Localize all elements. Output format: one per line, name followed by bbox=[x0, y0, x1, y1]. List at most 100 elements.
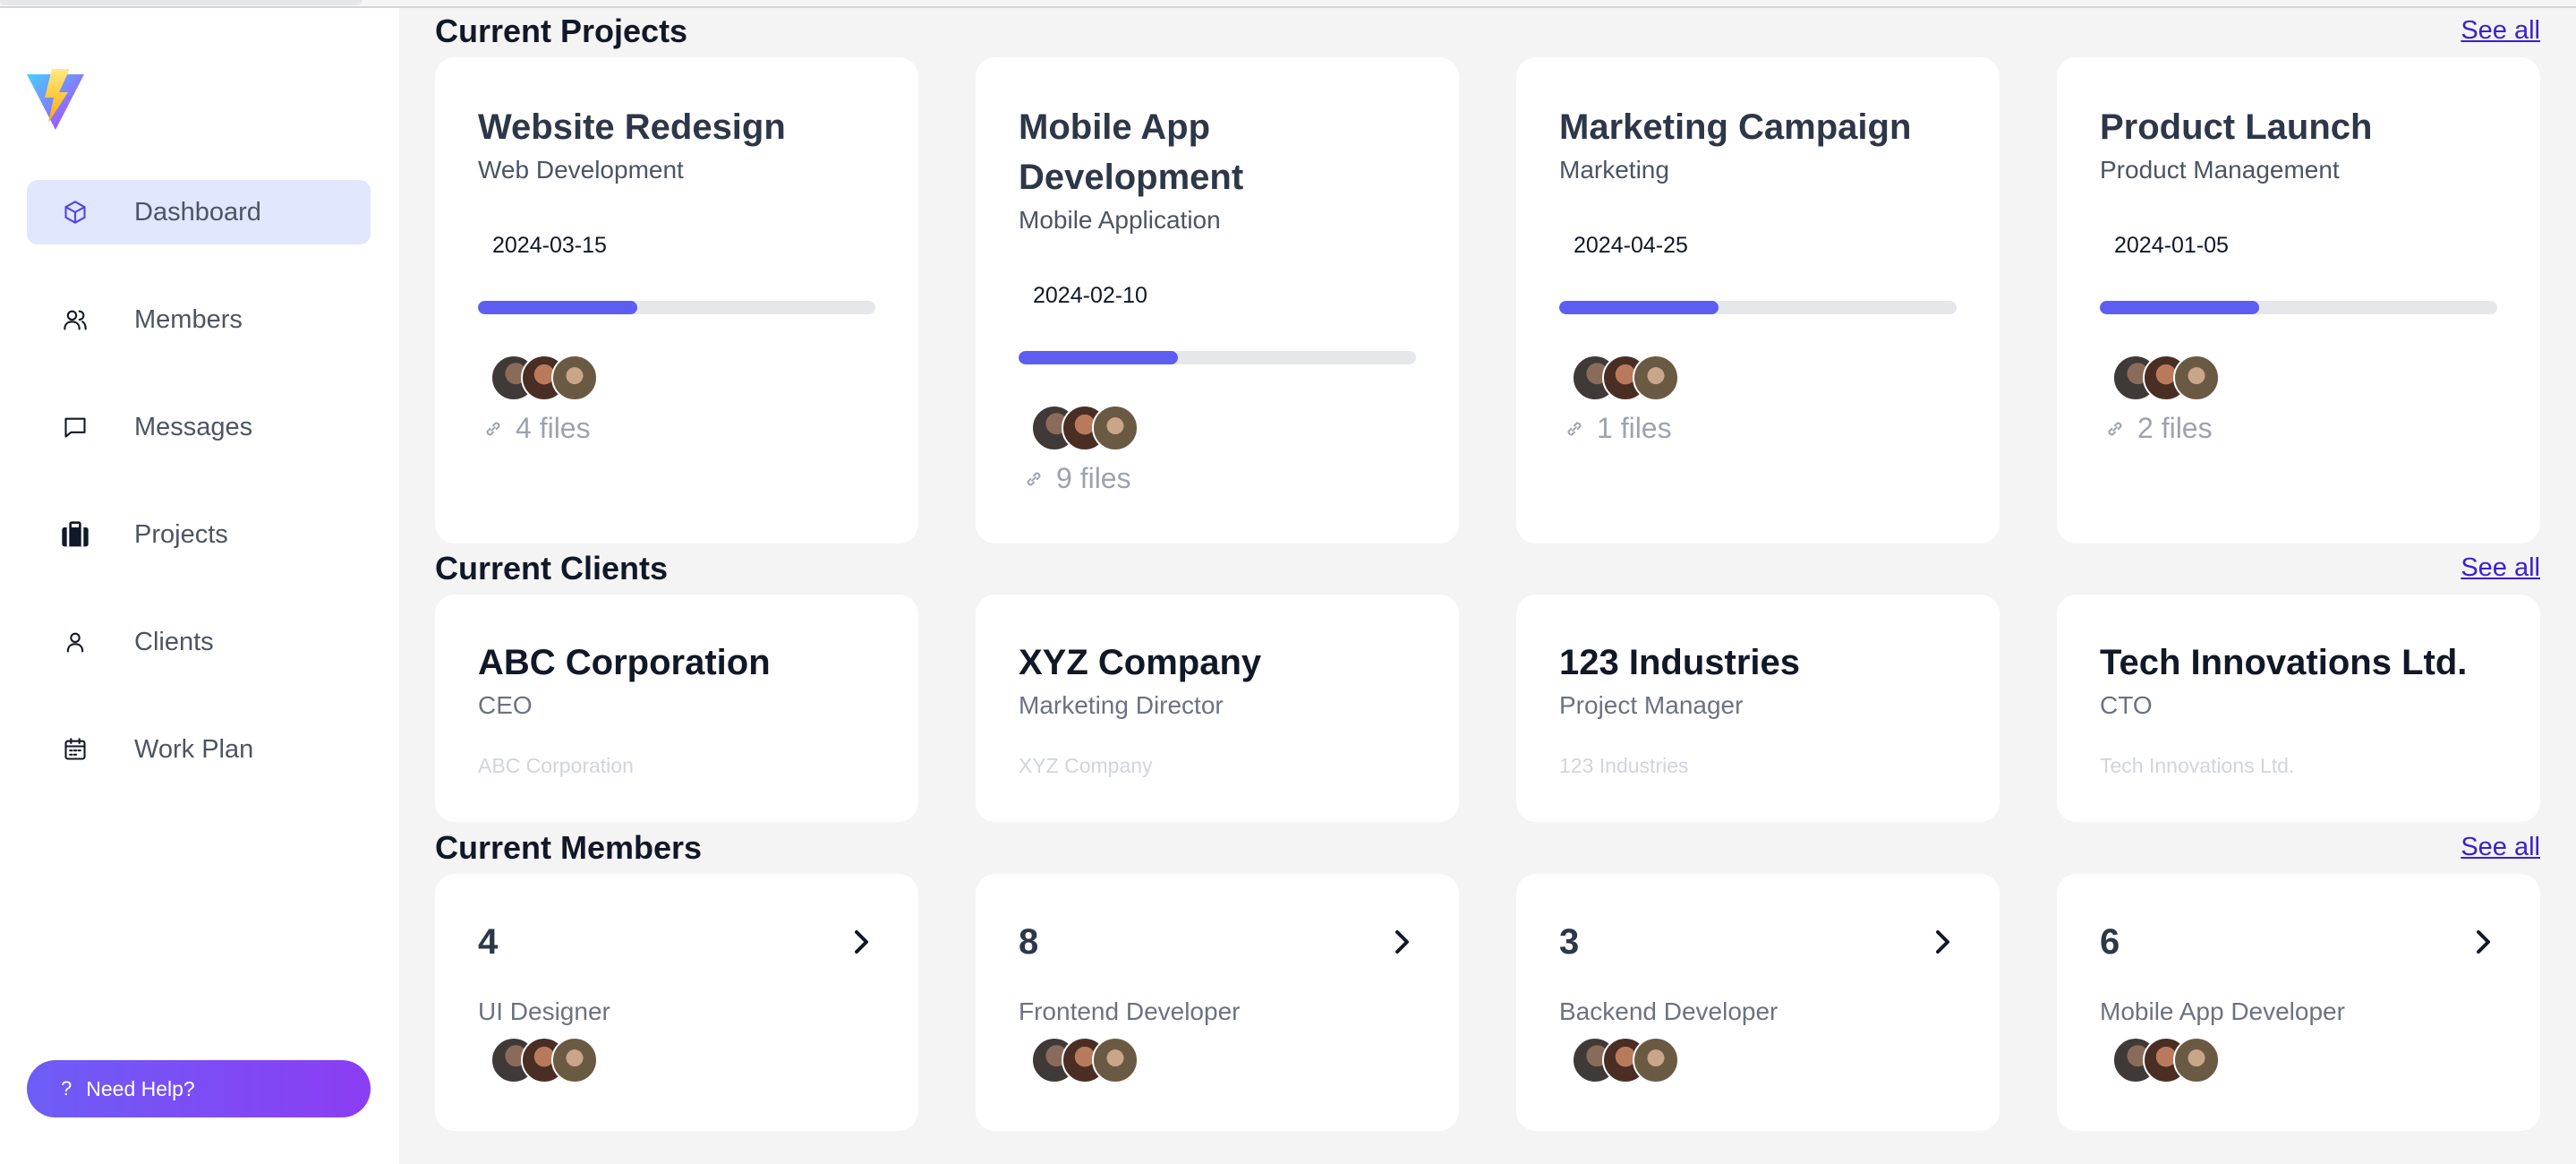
app-root: Dashboard Members Messages Projects Clie… bbox=[0, 0, 2576, 1164]
client-card[interactable]: XYZ Company Marketing Director XYZ Compa… bbox=[976, 595, 1459, 822]
user-icon bbox=[61, 628, 90, 656]
avatar bbox=[1092, 405, 1139, 451]
project-title: Product Launch bbox=[2100, 107, 2373, 147]
sidebar-item-clients[interactable]: Clients bbox=[27, 610, 371, 674]
project-files: 9 files bbox=[1024, 462, 1131, 495]
client-card[interactable]: ABC Corporation CEO ABC Corporation bbox=[435, 595, 918, 822]
paperclip-icon bbox=[1024, 469, 1044, 489]
project-date: 2024-01-05 bbox=[2114, 233, 2229, 258]
sidebar-item-members[interactable]: Members bbox=[27, 287, 371, 352]
project-category: Mobile Application bbox=[1019, 206, 1221, 234]
paperclip-icon bbox=[1565, 419, 1584, 439]
app-logo-icon[interactable] bbox=[25, 67, 86, 132]
project-avatars bbox=[2112, 355, 2229, 405]
projects-see-all-link[interactable]: See all bbox=[2461, 16, 2540, 46]
users-icon bbox=[61, 305, 90, 334]
project-date: 2024-02-10 bbox=[1033, 283, 1147, 308]
member-count: 4 bbox=[478, 922, 499, 962]
sidebar-item-work-plan[interactable]: Work Plan bbox=[27, 717, 371, 782]
project-progress-bar bbox=[478, 301, 875, 314]
member-count: 3 bbox=[1559, 922, 1580, 962]
project-card[interactable]: Website Redesign Web Development 2024-03… bbox=[435, 57, 918, 543]
client-name: ABC Corporation bbox=[478, 643, 771, 682]
project-progress-bar bbox=[2100, 301, 2497, 314]
avatar bbox=[1633, 355, 1679, 401]
sidebar-item-label: Messages bbox=[134, 412, 253, 441]
member-group-card[interactable]: 4 UI Designer bbox=[435, 874, 918, 1131]
projects-section-title: Current Projects bbox=[435, 13, 688, 49]
project-progress-bar bbox=[1559, 301, 1957, 314]
sidebar-item-label: Clients bbox=[134, 627, 214, 656]
member-group-card[interactable]: 3 Backend Developer bbox=[1516, 874, 2000, 1131]
project-avatars bbox=[1572, 355, 1688, 405]
project-title: Mobile App Development bbox=[1019, 107, 1244, 197]
avatar bbox=[551, 355, 598, 401]
client-role: Project Manager bbox=[1559, 691, 1744, 719]
client-role: CTO bbox=[2100, 691, 2153, 719]
sidebar-item-label: Projects bbox=[134, 519, 228, 549]
member-group-card[interactable]: 6 Mobile App Developer bbox=[2057, 874, 2540, 1131]
project-date: 2024-03-15 bbox=[492, 233, 607, 258]
project-category: Product Management bbox=[2100, 156, 2340, 184]
member-group-card[interactable]: 8 Frontend Developer bbox=[976, 874, 1459, 1131]
members-see-all-link[interactable]: See all bbox=[2461, 833, 2540, 862]
chevron-right-icon[interactable] bbox=[2467, 926, 2499, 958]
sidebar-item-label: Members bbox=[134, 304, 243, 334]
avatar bbox=[1633, 1037, 1679, 1083]
calendar-icon bbox=[61, 735, 90, 764]
client-role: CEO bbox=[478, 691, 533, 719]
project-avatars bbox=[1031, 405, 1147, 455]
project-files-label: 1 files bbox=[1597, 412, 1672, 444]
client-card[interactable]: Tech Innovations Ltd. CTO Tech Innovatio… bbox=[2057, 595, 2540, 822]
project-category: Marketing bbox=[1559, 156, 1669, 184]
chevron-right-icon[interactable] bbox=[1386, 926, 1418, 958]
question-icon: ? bbox=[61, 1077, 73, 1100]
clients-see-all-link[interactable]: See all bbox=[2461, 553, 2540, 583]
client-name: 123 Industries bbox=[1559, 643, 1801, 682]
project-card[interactable]: Marketing Campaign Marketing 2024-04-25 … bbox=[1516, 57, 2000, 543]
client-name: XYZ Company bbox=[1019, 643, 1262, 682]
briefcase-icon bbox=[61, 520, 90, 549]
client-card[interactable]: 123 Industries Project Manager 123 Indus… bbox=[1516, 595, 2000, 822]
project-files-label: 4 files bbox=[516, 412, 591, 444]
members-section-title: Current Members bbox=[435, 829, 703, 866]
avatar bbox=[2173, 1037, 2220, 1083]
project-progress-bar bbox=[1019, 351, 1416, 364]
member-avatars bbox=[1031, 1037, 1147, 1087]
project-card[interactable]: Mobile App Development Mobile Applicatio… bbox=[976, 57, 1459, 543]
cube-icon bbox=[61, 198, 90, 227]
sidebar-item-projects[interactable]: Projects bbox=[27, 502, 371, 567]
avatar bbox=[1092, 1037, 1139, 1083]
project-title: Website Redesign bbox=[478, 107, 786, 147]
project-files-label: 9 files bbox=[1056, 462, 1131, 494]
member-avatars bbox=[2112, 1037, 2229, 1087]
chevron-right-icon[interactable] bbox=[845, 926, 877, 958]
need-help-button[interactable]: ? Need Help? bbox=[27, 1060, 371, 1117]
member-role: Backend Developer bbox=[1559, 997, 1778, 1025]
member-role: Frontend Developer bbox=[1019, 997, 1241, 1025]
client-company: Tech Innovations Ltd. bbox=[2100, 754, 2295, 777]
member-role: UI Designer bbox=[478, 997, 610, 1025]
client-role: Marketing Director bbox=[1019, 691, 1224, 719]
project-files: 4 files bbox=[483, 412, 591, 445]
chevron-right-icon[interactable] bbox=[1926, 926, 1958, 958]
project-files-label: 2 files bbox=[2137, 412, 2213, 444]
sidebar-item-dashboard[interactable]: Dashboard bbox=[27, 180, 371, 244]
sidebar-nav: Dashboard Members Messages Projects Clie… bbox=[27, 180, 371, 825]
member-role: Mobile App Developer bbox=[2100, 997, 2345, 1025]
avatar bbox=[551, 1037, 598, 1083]
client-company: ABC Corporation bbox=[478, 754, 634, 777]
paperclip-icon bbox=[483, 419, 503, 439]
window-tab-shadow bbox=[0, 0, 363, 5]
clients-section-title: Current Clients bbox=[435, 550, 669, 586]
project-card[interactable]: Product Launch Product Management 2024-0… bbox=[2057, 57, 2540, 543]
project-files: 2 files bbox=[2105, 412, 2213, 445]
project-avatars bbox=[490, 355, 607, 405]
sidebar-item-label: Work Plan bbox=[134, 734, 254, 764]
sidebar-item-messages[interactable]: Messages bbox=[27, 395, 371, 459]
project-date: 2024-04-25 bbox=[1574, 233, 1688, 258]
need-help-label: Need Help? bbox=[86, 1076, 195, 1100]
sidebar-item-label: Dashboard bbox=[134, 197, 261, 227]
client-company: 123 Industries bbox=[1559, 754, 1689, 777]
member-avatars bbox=[490, 1037, 607, 1087]
